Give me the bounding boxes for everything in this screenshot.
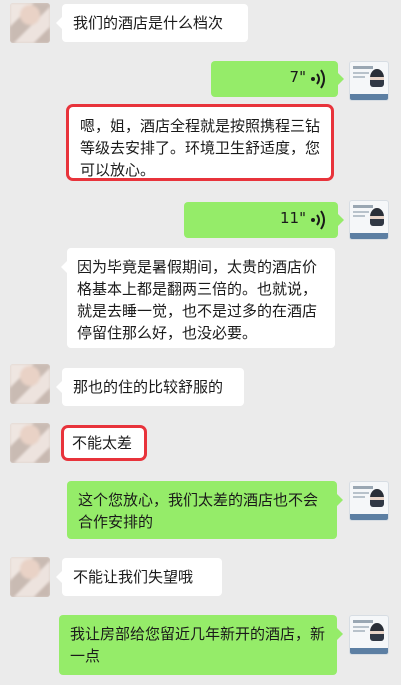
voice-wave-icon <box>311 210 325 230</box>
message-text: 我让房部给您留近几年新开的酒店，新一点 <box>70 625 326 665</box>
self-avatar[interactable] <box>349 615 389 655</box>
message-bubble-highlighted[interactable]: 不能太差 <box>64 428 144 458</box>
message-bubble[interactable]: 我们的酒店是什么档次 <box>56 4 248 42</box>
message-text: 这个您放心，我们太差的酒店也不会合作安排的 <box>78 491 319 531</box>
voice-wave-icon <box>311 69 325 89</box>
voice-duration: 11" <box>280 209 306 227</box>
message-text: 不能太差 <box>72 434 133 452</box>
message-bubble[interactable]: 不能让我们失望哦 <box>56 558 222 596</box>
message-text: 我们的酒店是什么档次 <box>73 14 224 32</box>
self-avatar[interactable] <box>349 481 389 521</box>
message-bubble-self[interactable]: 我让房部给您留近几年新开的酒店，新一点 <box>59 615 343 675</box>
message-text: 不能让我们失望哦 <box>73 568 194 586</box>
voice-duration: 7" <box>289 68 306 86</box>
message-bubble[interactable]: 那也的住的比较舒服的 <box>56 368 244 406</box>
message-text: 嗯，姐，酒店全程就是按照携程三钻等级去安排了。环境卫生舒适度，您可以放心。 <box>80 117 321 179</box>
message-bubble[interactable]: 因为毕竟是暑假期间，太贵的酒店价格基本上都是翻两三倍的。也就说，就是去睡一觉，也… <box>61 248 335 348</box>
contact-avatar[interactable] <box>10 3 50 43</box>
message-bubble-self[interactable]: 这个您放心，我们太差的酒店也不会合作安排的 <box>67 481 343 539</box>
contact-avatar[interactable] <box>10 423 50 463</box>
message-text: 那也的住的比较舒服的 <box>73 378 224 396</box>
self-avatar[interactable] <box>349 61 389 101</box>
voice-message[interactable]: 7" <box>211 61 344 97</box>
contact-avatar[interactable] <box>10 557 50 597</box>
contact-avatar[interactable] <box>10 364 50 404</box>
voice-message[interactable]: 11" <box>184 202 344 238</box>
message-bubble-highlighted[interactable]: 嗯，姐，酒店全程就是按照携程三钻等级去安排了。环境卫生舒适度，您可以放心。 <box>69 107 331 179</box>
self-avatar[interactable] <box>349 200 389 240</box>
message-text: 因为毕竟是暑假期间，太贵的酒店价格基本上都是翻两三倍的。也就说，就是去睡一觉，也… <box>77 258 318 342</box>
